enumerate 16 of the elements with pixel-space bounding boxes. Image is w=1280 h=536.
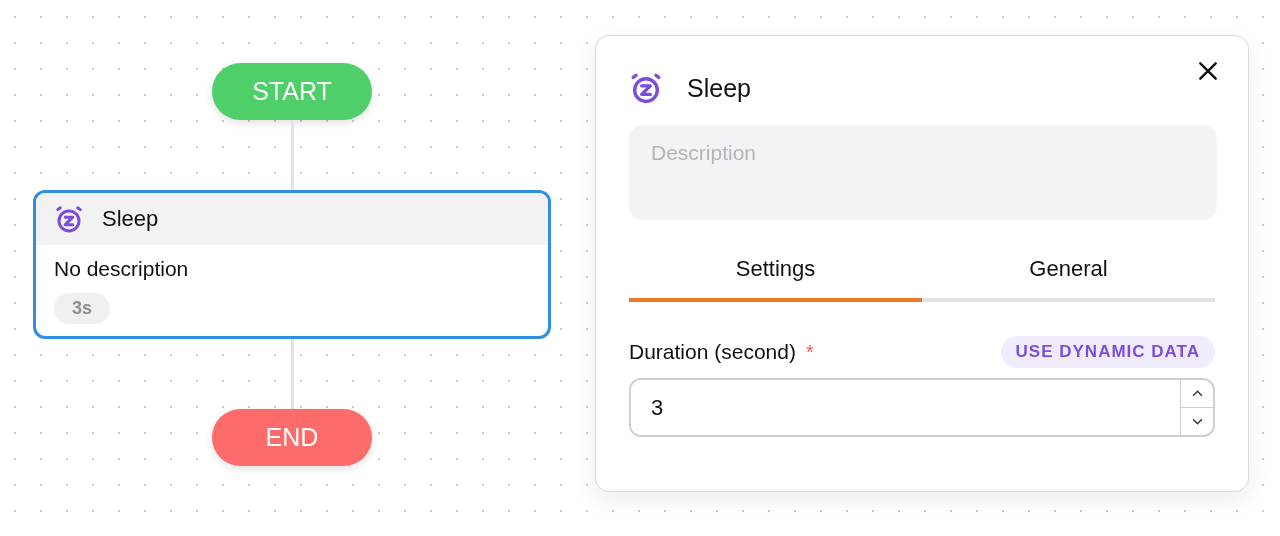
alarm-clock-icon — [54, 204, 84, 234]
alarm-clock-icon — [629, 71, 663, 105]
description-field[interactable]: Description — [629, 125, 1217, 220]
duration-badge: 3s — [54, 293, 111, 324]
node-description: No description — [54, 257, 190, 281]
field-label: Duration (second) — [629, 340, 796, 364]
node-title: Sleep — [102, 206, 159, 232]
panel-title: Sleep — [687, 73, 751, 103]
tab[interactable]: Settings — [629, 244, 922, 302]
use-dynamic-data-button[interactable]: USE DYNAMIC DATA — [1000, 336, 1215, 368]
chevron-down-icon — [1190, 417, 1204, 426]
chevron-up-icon — [1190, 389, 1204, 398]
action-node[interactable]: Sleep No description 3s — [33, 190, 551, 339]
tab[interactable]: General — [922, 244, 1215, 302]
close-icon[interactable] — [1197, 60, 1219, 82]
required-mark: * — [805, 340, 814, 364]
